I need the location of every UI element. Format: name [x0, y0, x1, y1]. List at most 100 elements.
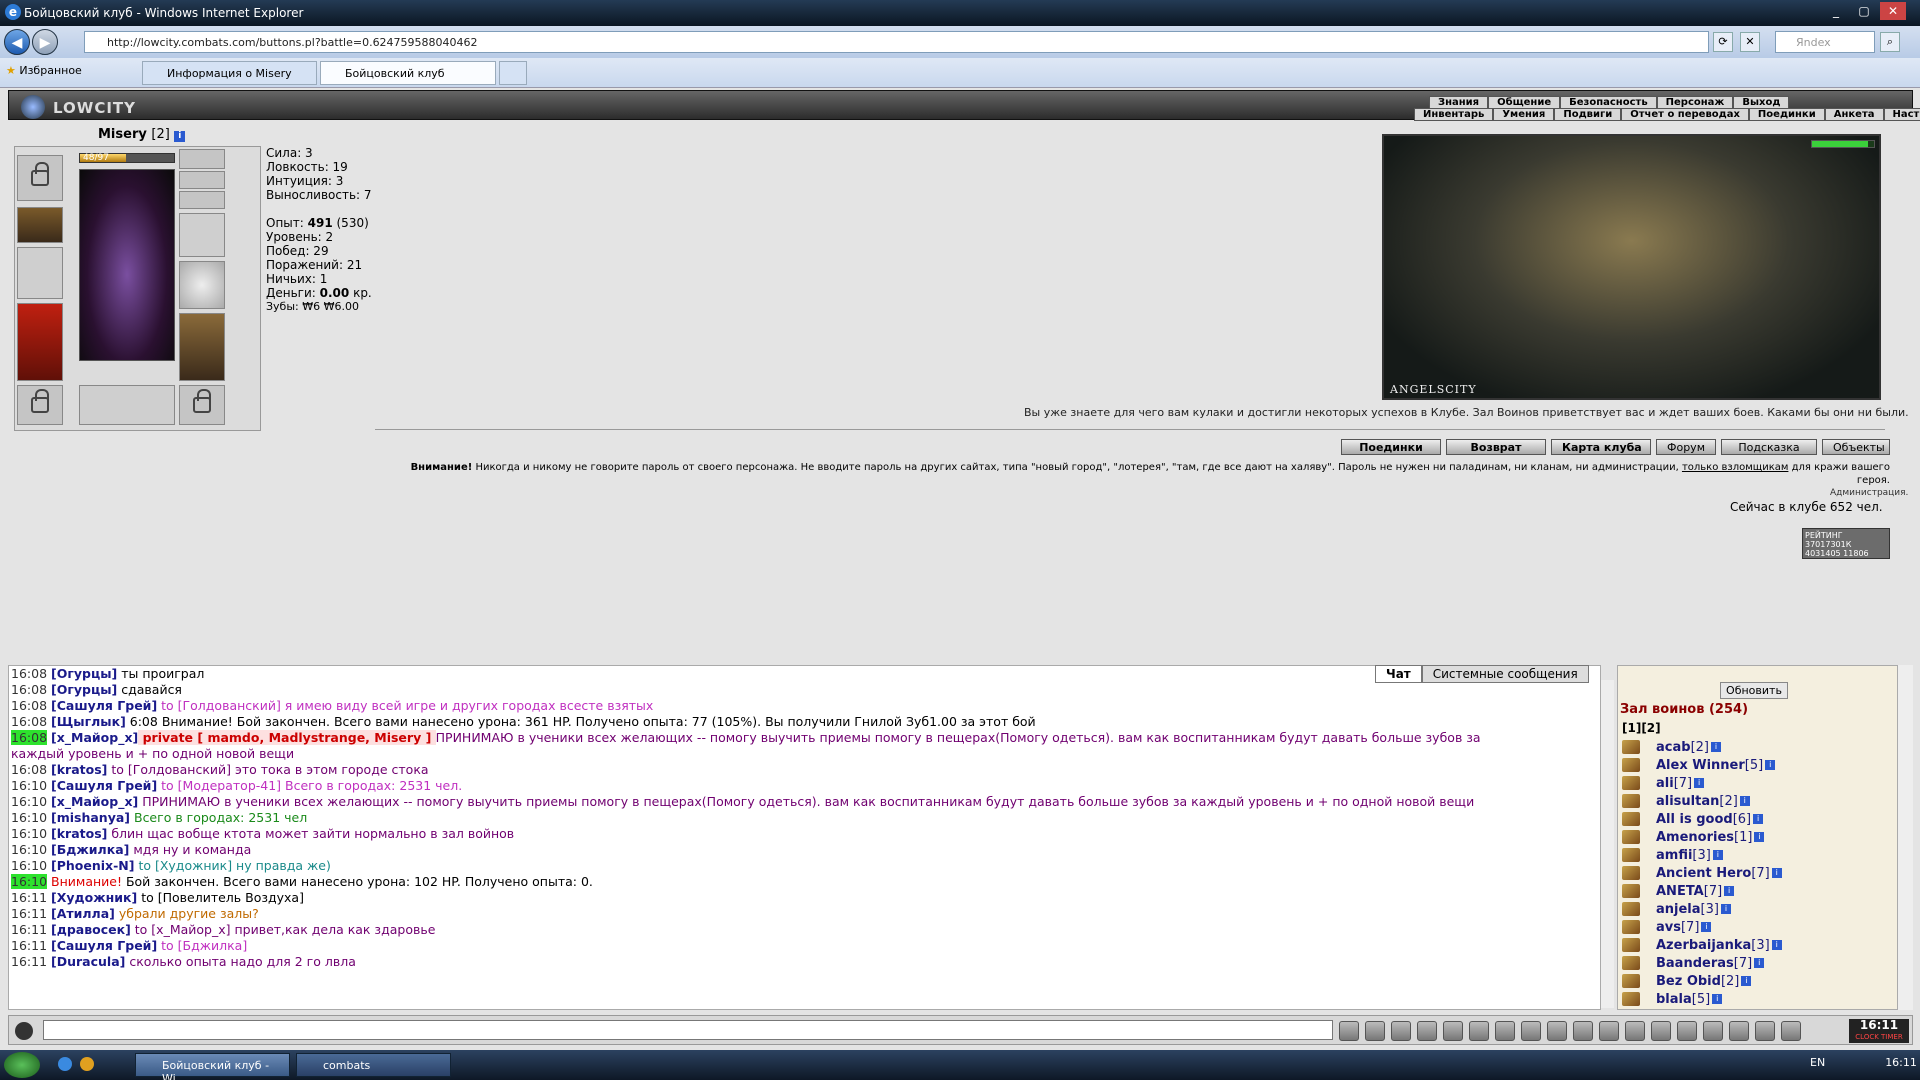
- emote-icon[interactable]: [1443, 1021, 1463, 1041]
- user-list-item[interactable]: Alex Winner [5] i: [1622, 756, 1902, 774]
- submenu-profile[interactable]: Анкета: [1824, 108, 1884, 121]
- chat-author[interactable]: [Огурцы]: [51, 682, 117, 697]
- helmet-slot-lock-icon[interactable]: [17, 155, 63, 201]
- chat-scrollbar[interactable]: [1600, 680, 1614, 1008]
- rune-slots[interactable]: [79, 385, 175, 425]
- tab-system-messages[interactable]: Системные сообщения: [1421, 665, 1589, 683]
- user-list-item[interactable]: Ancient Hero [7] i: [1622, 864, 1902, 882]
- objects-button[interactable]: Объекты: [1822, 439, 1890, 455]
- user-info-icon[interactable]: i: [1771, 868, 1782, 878]
- user-list-scrollbar[interactable]: [1897, 665, 1913, 1010]
- sound-icon[interactable]: [1495, 1021, 1515, 1041]
- trade-icon[interactable]: [1599, 1021, 1619, 1041]
- minimize-button[interactable]: _: [1823, 2, 1849, 20]
- user-name[interactable]: ANETA: [1656, 884, 1704, 899]
- gift-icon[interactable]: [1729, 1021, 1749, 1041]
- boots-lock-icon[interactable]: [179, 385, 225, 425]
- chat-author[interactable]: [Phoenix-N]: [51, 858, 134, 873]
- user-info-icon[interactable]: i: [1720, 904, 1731, 914]
- user-list-item[interactable]: All is good [6] i: [1622, 810, 1902, 828]
- user-name[interactable]: ali: [1656, 776, 1674, 791]
- user-name[interactable]: alisultan: [1656, 794, 1719, 809]
- home-icon[interactable]: [1755, 1021, 1775, 1041]
- stop-button[interactable]: ✕: [1740, 32, 1760, 52]
- maximize-button[interactable]: ▢: [1851, 2, 1877, 20]
- chat-author[interactable]: [Бджилка]: [51, 842, 129, 857]
- user-name[interactable]: Baanderas: [1656, 956, 1734, 971]
- task-ie-window[interactable]: Бойцовский клуб - Wi...: [135, 1053, 290, 1080]
- exit-icon[interactable]: [1781, 1021, 1801, 1041]
- user-name[interactable]: Ancient Hero: [1656, 866, 1751, 881]
- user-info-icon[interactable]: i: [1694, 778, 1705, 788]
- chat-author[interactable]: [Сашуля Грей]: [51, 778, 157, 793]
- ring-lock-icon[interactable]: [179, 191, 225, 209]
- user-name[interactable]: amfii: [1656, 848, 1692, 863]
- character-avatar[interactable]: [79, 169, 175, 361]
- user-info-icon[interactable]: i: [1724, 886, 1735, 896]
- chat-author[interactable]: [Щыглык]: [51, 714, 126, 729]
- send-icon[interactable]: [1339, 1021, 1359, 1041]
- user-name[interactable]: acab: [1656, 740, 1691, 755]
- filter-icon[interactable]: [1391, 1021, 1411, 1041]
- user-list-item[interactable]: alisultan [2] i: [1622, 792, 1902, 810]
- forward-button[interactable]: ▶: [32, 29, 58, 55]
- gloves-right-slot[interactable]: [179, 213, 225, 257]
- clear-icon[interactable]: [1365, 1021, 1385, 1041]
- user-info-icon[interactable]: i: [1741, 976, 1752, 986]
- pants-slot[interactable]: [179, 313, 225, 381]
- chat-author[interactable]: [kratos]: [51, 762, 107, 777]
- favorites-button[interactable]: ★ Избранное: [6, 64, 82, 77]
- user-name[interactable]: blala: [1656, 992, 1692, 1007]
- quicklaunch-ie-icon[interactable]: [58, 1057, 72, 1071]
- chat-author[interactable]: [x_Майор_x]: [51, 730, 138, 745]
- bag-icon[interactable]: [1651, 1021, 1671, 1041]
- necklace-lock-icon[interactable]: [179, 171, 225, 189]
- user-info-icon[interactable]: i: [1739, 796, 1750, 806]
- drink-icon[interactable]: [1625, 1021, 1645, 1041]
- address-input[interactable]: http://lowcity.combats.com/buttons.pl?ba…: [84, 31, 1709, 53]
- forum-button[interactable]: Форум: [1656, 439, 1716, 455]
- user-list-pages[interactable]: [1][2]: [1622, 721, 1661, 735]
- submenu-settings[interactable]: Настройки: [1883, 108, 1920, 121]
- armor-slot[interactable]: [17, 303, 63, 381]
- info-icon[interactable]: i: [174, 131, 186, 142]
- submenu-skills[interactable]: Умения: [1493, 108, 1555, 121]
- search-input[interactable]: Яndex: [1775, 31, 1875, 53]
- user-info-icon[interactable]: i: [1712, 994, 1723, 1004]
- user-info-icon[interactable]: i: [1765, 760, 1776, 770]
- user-info-icon[interactable]: i: [1753, 814, 1764, 824]
- chat-author[interactable]: [x_Майор_x]: [51, 794, 138, 809]
- shield-slot[interactable]: [179, 261, 225, 309]
- chat-author[interactable]: [Сашуля Грей]: [51, 698, 157, 713]
- user-name[interactable]: anjela: [1656, 902, 1701, 917]
- start-button[interactable]: [4, 1052, 40, 1078]
- user-list-item[interactable]: Azerbaijanka [3] i: [1622, 936, 1902, 954]
- user-info-icon[interactable]: i: [1712, 850, 1723, 860]
- chat-author[interactable]: [Сашуля Грей]: [51, 938, 157, 953]
- chat-author[interactable]: [kratos]: [51, 826, 107, 841]
- mask-icon[interactable]: [1703, 1021, 1723, 1041]
- tray-clock[interactable]: 16:11: [1885, 1056, 1917, 1069]
- submenu-inventory[interactable]: Инвентарь: [1414, 108, 1494, 121]
- rating-counter[interactable]: РЕЙТИНГ 37017301К 4031405 11806: [1802, 528, 1890, 559]
- user-name[interactable]: Amenories: [1656, 830, 1734, 845]
- user-list-item[interactable]: Amenories [1] i: [1622, 828, 1902, 846]
- tab-fight-club[interactable]: Бойцовский клуб: [320, 61, 496, 85]
- user-name[interactable]: Bez Obid: [1656, 974, 1721, 989]
- settings-icon[interactable]: [1573, 1021, 1593, 1041]
- gloves-slot[interactable]: [17, 207, 63, 243]
- smile-icon[interactable]: [1521, 1021, 1541, 1041]
- translit-icon[interactable]: [1469, 1021, 1489, 1041]
- close-button[interactable]: ✕: [1880, 2, 1906, 20]
- submenu-fights[interactable]: Поединки: [1748, 108, 1825, 121]
- task-combats[interactable]: combats: [296, 1053, 451, 1077]
- submenu-transfers[interactable]: Отчет о переводах: [1621, 108, 1749, 121]
- language-indicator[interactable]: EN: [1810, 1056, 1825, 1069]
- earring-lock-icon[interactable]: [179, 149, 225, 169]
- fight-icon[interactable]: [1547, 1021, 1567, 1041]
- tab-chat[interactable]: Чат: [1375, 665, 1422, 683]
- chat-author[interactable]: [дравосек]: [51, 922, 131, 937]
- user-list-item[interactable]: Bez Obid [2] i: [1622, 972, 1902, 990]
- search-icon[interactable]: ⌕: [1880, 32, 1900, 52]
- refresh-button[interactable]: Обновить: [1720, 682, 1788, 699]
